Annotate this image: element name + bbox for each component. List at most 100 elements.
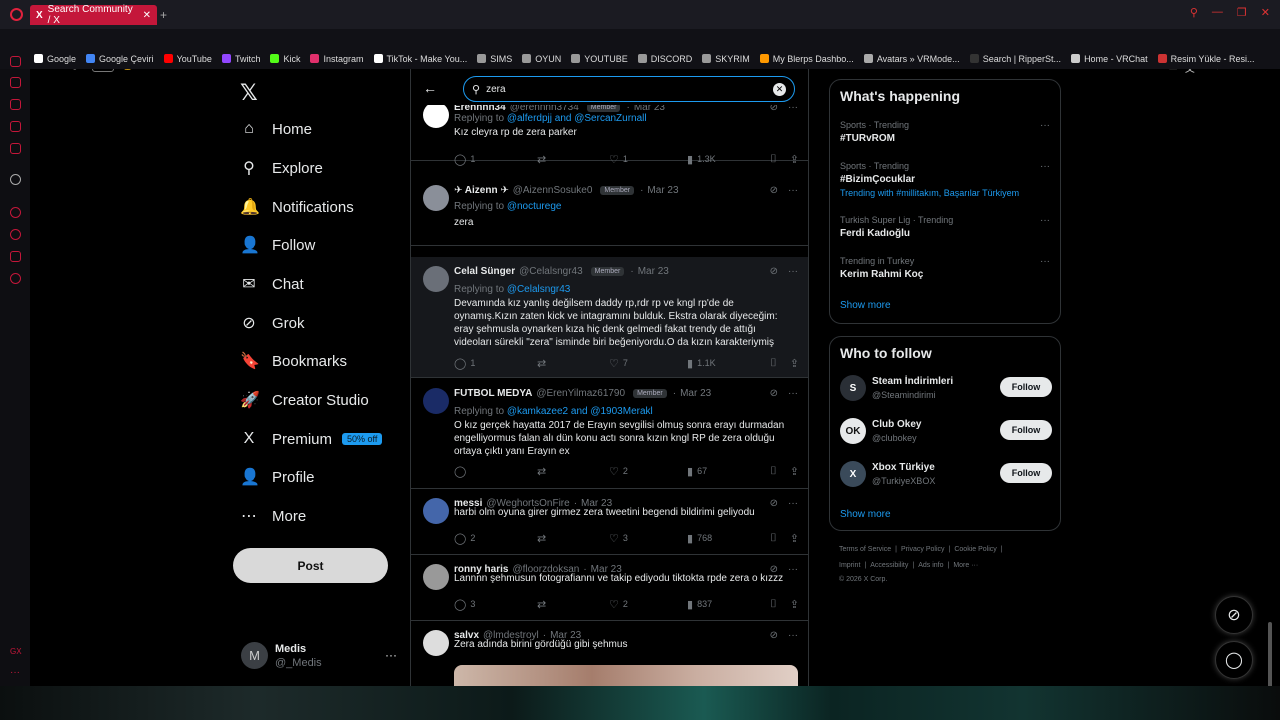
messenger-icon[interactable] (10, 56, 21, 67)
trend-more-icon[interactable]: ··· (1040, 256, 1050, 267)
avatar[interactable] (423, 185, 449, 211)
maximize-icon[interactable]: ❐ (1237, 6, 1247, 19)
tweet[interactable]: Celal Sünger @Celalsngr43 Member · Mar 23 ⊘ ··… (411, 257, 808, 378)
share-icon[interactable]: ⇪ (790, 532, 799, 545)
follow-button[interactable]: Follow (1000, 463, 1052, 483)
trend-item[interactable]: Trending in Turkey Kerim Rahmi Koç ··· (840, 256, 1052, 280)
bookmark-item[interactable]: Instagram (310, 54, 364, 64)
repost-button[interactable]: ⇄ (537, 356, 609, 370)
opera-logo-icon[interactable] (10, 8, 23, 21)
bookmark-item[interactable]: TikTok - Make You... (373, 54, 467, 64)
avatar[interactable] (423, 266, 449, 292)
more-icon[interactable]: ··· (385, 648, 397, 662)
chat-fab-icon[interactable]: ◯ (1215, 641, 1253, 679)
author-handle[interactable]: @Celalsngr43 (519, 266, 583, 277)
repost-button[interactable]: ⇄ (537, 464, 609, 478)
tweet-media-image[interactable] (454, 665, 798, 686)
bookmark-item[interactable]: Resim Yükle - Resi... (1157, 54, 1254, 64)
footer-link[interactable]: Cookie Policy (954, 546, 996, 553)
bookmark-item[interactable]: SIMS (477, 54, 512, 64)
bookmark-icon[interactable]: ⌷ (770, 598, 777, 611)
tweet[interactable]: Erennnn34 @erennnn3734 Member · Mar 23 ⊘ ··· Re… (411, 99, 808, 166)
more-icon[interactable]: ··· (788, 388, 798, 399)
suggested-name[interactable]: Xbox Türkiye (872, 462, 935, 473)
suggested-account[interactable]: OK Club Okey @clubokey Follow (840, 418, 1052, 448)
follow-show-more-link[interactable]: Show more (840, 509, 891, 520)
trends-show-more-link[interactable]: Show more (840, 300, 891, 311)
grok-explain-icon[interactable]: ⊘ (770, 388, 778, 399)
more-icon[interactable]: ··· (788, 185, 798, 196)
x-logo-icon[interactable]: 𝕏 (240, 80, 258, 106)
tweet[interactable]: ronny haris @floorzdoksan · Mar 23 ⊘ ··· Lannn… (411, 555, 808, 621)
reply-button[interactable]: ◯ 2 (454, 531, 537, 545)
reply-mention-link[interactable]: @kamkazee2 and @1903Merakl (507, 406, 653, 417)
reply-button[interactable]: ◯1 (454, 356, 537, 370)
settings-icon[interactable] (10, 273, 21, 284)
bookmark-item[interactable]: My Blerps Dashbo... (759, 54, 854, 64)
avatar[interactable] (423, 498, 449, 524)
vk-icon[interactable] (10, 99, 21, 110)
more-icon[interactable]: ··· (788, 266, 798, 277)
pinboard-icon[interactable] (10, 251, 21, 262)
bookmark-item[interactable]: YOUTUBE (571, 54, 628, 64)
bookmark-item[interactable]: OYUN (522, 54, 561, 64)
reply-mention-link[interactable]: @Celalsngr43 (507, 284, 571, 295)
nav-bookmarks[interactable]: 🔖 Bookmarks (240, 348, 347, 374)
views-button[interactable]: ▮ 67 (687, 464, 769, 478)
suggested-name[interactable]: Steam İndirimleri (872, 376, 953, 387)
avatar[interactable] (423, 388, 449, 414)
bookmark-item[interactable]: Avatars » VRMode... (863, 54, 960, 64)
like-button[interactable]: ♡ 2 (609, 597, 687, 611)
search-query[interactable]: zera (486, 84, 505, 95)
views-button[interactable]: ▮ 1.1K (687, 356, 769, 370)
reply-button[interactable]: ◯ 3 (454, 597, 537, 611)
avatar[interactable] (423, 102, 449, 128)
reply-mention-link[interactable]: @nocturege (507, 201, 562, 212)
tweet[interactable]: salvx @lmdestroyl · Mar 23 ⊘ ··· Zera adında b… (411, 621, 808, 686)
clear-search-icon[interactable]: ✕ (773, 82, 786, 96)
scrollbar-thumb[interactable] (1268, 622, 1272, 692)
nav-more[interactable]: ⋯ More (240, 503, 306, 529)
suggested-account[interactable]: S Steam İndirimleri @Steamindirimi Follow (840, 375, 1052, 405)
nav-notifications[interactable]: 🔔 Notifications (240, 194, 354, 220)
nav-follow[interactable]: 👤 Follow (240, 232, 315, 258)
author-handle[interactable]: @ErenYilmaz61790 (536, 388, 625, 399)
tweet-date[interactable]: Mar 23 (647, 185, 678, 196)
avatar[interactable] (423, 564, 449, 590)
trend-item[interactable]: Turkish Super Lig · Trending Ferdi Kadıoğ… (840, 215, 1052, 239)
follow-button[interactable]: Follow (1000, 377, 1052, 397)
post-button[interactable]: Post (233, 548, 388, 583)
grok-explain-icon[interactable]: ⊘ (770, 266, 778, 277)
follow-button[interactable]: Follow (1000, 420, 1052, 440)
gx-icon[interactable]: GX (10, 647, 22, 658)
like-button[interactable]: ♡1 (609, 152, 687, 166)
bookmark-icon[interactable]: ⌷ (770, 357, 777, 370)
footer-link[interactable]: Imprint (839, 562, 860, 569)
author-name[interactable]: ✈ Aizenn ✈ (454, 185, 509, 196)
trend-more-icon[interactable]: ··· (1040, 120, 1050, 131)
suggested-name[interactable]: Club Okey (872, 419, 921, 430)
clock-icon[interactable] (10, 229, 21, 240)
footer-link[interactable]: More ··· (953, 562, 978, 569)
player-icon[interactable] (10, 207, 21, 218)
reply-button[interactable]: ◯1 (454, 152, 537, 166)
nav-grok[interactable]: ⊘ Grok (240, 310, 304, 336)
author-name[interactable]: Celal Sünger (454, 266, 515, 277)
grok-explain-icon[interactable]: ⊘ (770, 185, 778, 196)
back-arrow-icon[interactable]: ← (423, 80, 437, 96)
like-button[interactable]: ♡ 3 (609, 531, 687, 545)
instagram-sidebar-icon[interactable] (10, 121, 21, 132)
views-button[interactable]: ▮ 1.3K (687, 152, 769, 166)
tweet-date[interactable]: Mar 23 (638, 266, 669, 277)
bookmark-icon[interactable]: ⌷ (770, 532, 777, 545)
nav-home[interactable]: ⌂ Home (240, 116, 312, 142)
tweet[interactable]: FUTBOL MEDYA @ErenYilmaz61790 Member · Mar 2… (411, 379, 808, 489)
trend-with-links[interactable]: #millitakım, Başarılar Türkiyem (896, 188, 1019, 198)
grok-fab-icon[interactable]: ⊘ (1215, 596, 1253, 634)
share-icon[interactable]: ⇪ (790, 153, 799, 166)
bookmark-item[interactable]: YouTube (163, 54, 212, 64)
history-icon[interactable] (10, 77, 21, 88)
bookmark-item[interactable]: Google Çeviri (86, 54, 154, 64)
bookmark-item[interactable]: DISCORD (637, 54, 692, 64)
chatgpt-icon[interactable] (10, 174, 21, 185)
